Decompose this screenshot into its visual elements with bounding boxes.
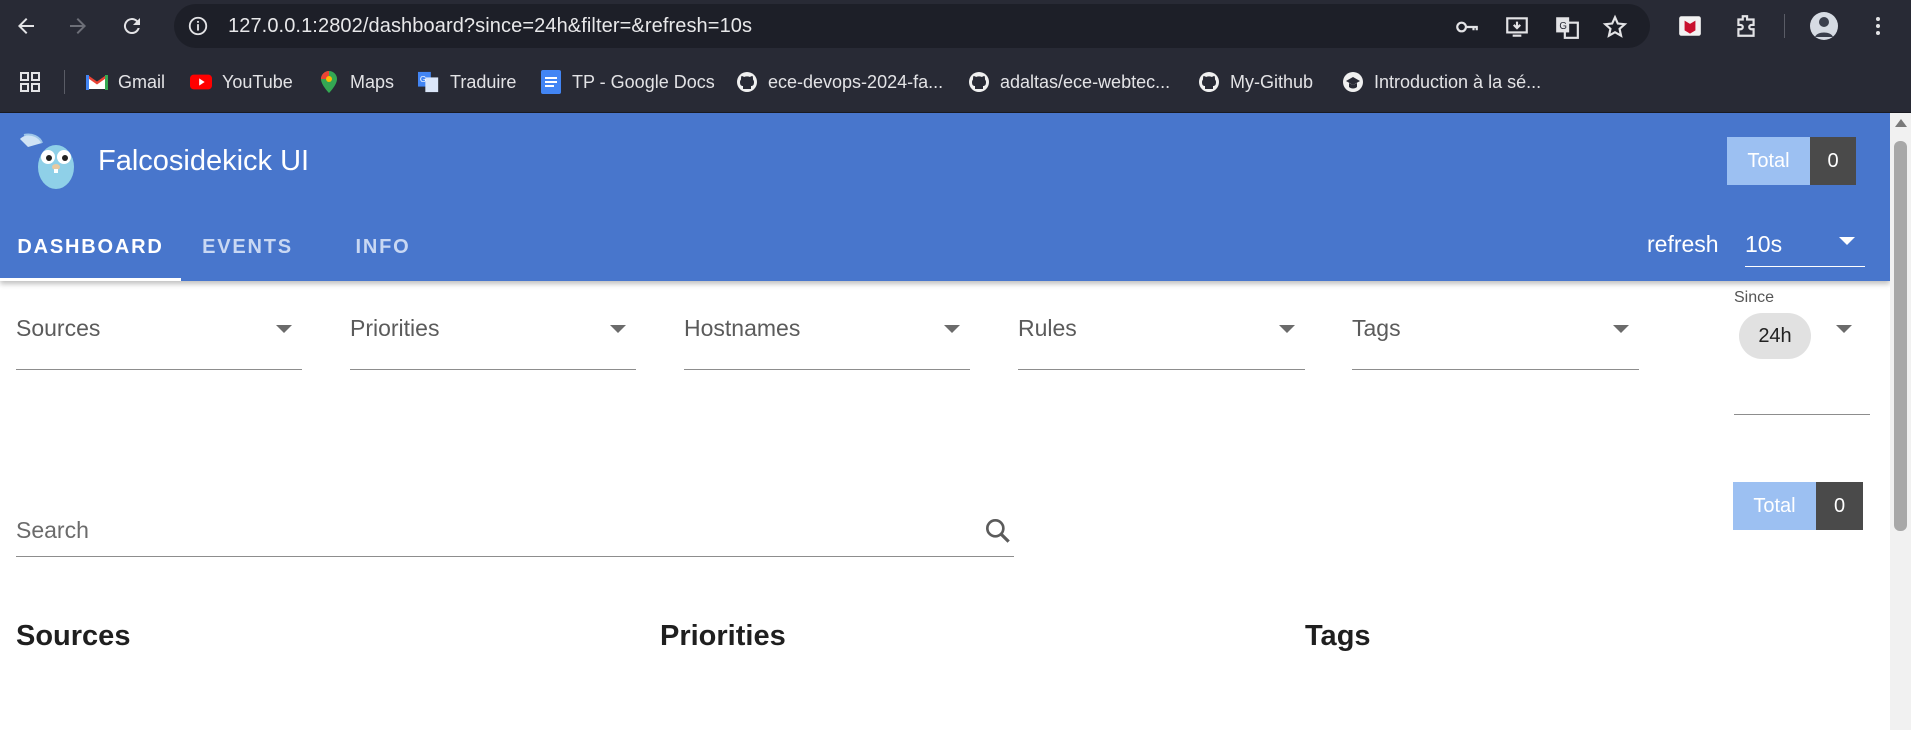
app-title: Falcosidekick UI (98, 145, 310, 177)
gmail-icon (86, 71, 108, 93)
bookmark-label: Introduction à la sé... (1374, 71, 1542, 92)
extensions-puzzle-icon[interactable] (1728, 8, 1764, 44)
sources-filter-label: Sources (16, 315, 101, 341)
youtube-icon (190, 71, 212, 93)
chevron-down-icon (944, 325, 960, 333)
scrollbar-thumb[interactable] (1894, 141, 1907, 531)
total-label: Total (1733, 482, 1816, 530)
refresh-select[interactable]: 10s (1745, 223, 1865, 267)
back-button[interactable] (8, 8, 44, 44)
sources-section-title: Sources (16, 620, 131, 652)
total-label: Total (1727, 137, 1810, 185)
reload-button[interactable] (114, 8, 150, 44)
priorities-section-title: Priorities (660, 620, 786, 652)
header-total-badge: Total 0 (1727, 137, 1856, 185)
app-header: Falcosidekick UI Total 0 DASHBOARD EVENT… (0, 113, 1890, 281)
maps-icon (318, 71, 340, 93)
hostnames-filter-label: Hostnames (684, 315, 801, 341)
since-chip[interactable]: 24h (1739, 313, 1811, 359)
bookmark-youtube[interactable]: YouTube (190, 66, 293, 98)
active-tab-indicator (0, 278, 181, 281)
apps-grid-icon[interactable] (18, 66, 42, 98)
bookmark-label: ece-devops-2024-fa... (768, 71, 944, 92)
rules-filter-label: Rules (1018, 315, 1077, 341)
bookmark-maps[interactable]: Maps (318, 66, 394, 98)
bookmark-label: Traduire (450, 71, 517, 92)
translate-page-icon[interactable]: G (1552, 12, 1582, 42)
bookmark-label: adaltas/ece-webtec... (1000, 71, 1171, 92)
docs-icon (540, 70, 562, 94)
tags-section-title: Tags (1305, 620, 1371, 652)
mcafee-extension-icon[interactable] (1672, 8, 1708, 44)
bookmark-gmail[interactable]: Gmail (86, 66, 165, 98)
bookmark-ece-devops[interactable]: ece-devops-2024-fa... (736, 66, 943, 98)
hat-icon (1342, 71, 1364, 93)
bookmark-my-github[interactable]: My-Github (1198, 66, 1313, 98)
chevron-down-icon (1836, 325, 1852, 333)
github-icon (1198, 71, 1220, 93)
github-icon (736, 71, 758, 93)
profile-avatar[interactable] (1806, 8, 1842, 44)
forward-button[interactable] (60, 8, 96, 44)
chevron-down-icon (1839, 237, 1855, 245)
url-text[interactable]: 127.0.0.1:2802/dashboard?since=24h&filte… (228, 15, 752, 38)
page-scrollbar[interactable] (1890, 113, 1911, 730)
search-total-badge: Total 0 (1733, 482, 1863, 530)
refresh-label: refresh (1647, 231, 1719, 257)
scroll-up-arrow-icon[interactable] (1895, 119, 1907, 127)
tags-filter-label: Tags (1352, 315, 1401, 341)
search-input[interactable]: Search (16, 505, 1014, 557)
browser-toolbar: 127.0.0.1:2802/dashboard?since=24h&filte… (0, 0, 1911, 52)
tab-info[interactable]: INFO (314, 213, 452, 281)
since-label: Since (1734, 289, 1775, 306)
svg-text:G: G (1559, 21, 1567, 32)
falco-gopher-logo (16, 131, 80, 193)
toolbar-divider (1784, 14, 1785, 38)
bookmarks-divider (64, 70, 65, 94)
bookmark-introduction[interactable]: Introduction à la sé... (1342, 66, 1541, 98)
bookmark-tp-google-docs[interactable]: TP - Google Docs (540, 66, 715, 98)
address-bar[interactable]: 127.0.0.1:2802/dashboard?since=24h&filte… (174, 4, 1650, 48)
tags-filter-select[interactable]: Tags (1352, 305, 1639, 370)
chevron-down-icon (610, 325, 626, 333)
total-value: 0 (1810, 137, 1856, 185)
bookmarks-bar: Gmail YouTube Maps G Traduire TP - Googl… (0, 52, 1911, 113)
since-select[interactable]: Since 24h (1734, 285, 1870, 415)
search-icon[interactable] (982, 515, 1014, 547)
bookmark-label: Gmail (118, 71, 166, 92)
back-arrow-icon (18, 18, 34, 34)
bookmark-star-icon[interactable] (1600, 12, 1630, 42)
bookmark-label: My-Github (1230, 71, 1314, 92)
tab-dashboard[interactable]: DASHBOARD (0, 213, 181, 281)
chevron-down-icon (1613, 325, 1629, 333)
priorities-filter-select[interactable]: Priorities (350, 305, 636, 370)
hostnames-filter-select[interactable]: Hostnames (684, 305, 970, 370)
refresh-value: 10s (1745, 231, 1783, 257)
forward-arrow-icon (70, 18, 86, 34)
translate-icon: G (418, 71, 440, 93)
browser-menu-icon[interactable] (1860, 8, 1896, 44)
chevron-down-icon (276, 325, 292, 333)
tab-events[interactable]: EVENTS (181, 213, 314, 281)
search-placeholder: Search (16, 517, 89, 543)
sources-filter-select[interactable]: Sources (16, 305, 302, 370)
password-key-icon[interactable] (1452, 12, 1482, 42)
svg-text:G: G (420, 75, 426, 84)
site-info-icon[interactable] (184, 12, 212, 40)
bookmark-label: TP - Google Docs (572, 71, 715, 92)
rules-filter-select[interactable]: Rules (1018, 305, 1305, 370)
chevron-down-icon (1279, 325, 1295, 333)
bookmark-traduire[interactable]: G Traduire (418, 66, 516, 98)
priorities-filter-label: Priorities (350, 315, 440, 341)
total-value: 0 (1816, 482, 1863, 530)
bookmark-label: Maps (350, 71, 395, 92)
install-app-icon[interactable] (1502, 12, 1532, 42)
bookmark-label: YouTube (222, 71, 293, 92)
github-icon (968, 71, 990, 93)
bookmark-adaltas[interactable]: adaltas/ece-webtec... (968, 66, 1170, 98)
reload-icon (123, 18, 140, 35)
